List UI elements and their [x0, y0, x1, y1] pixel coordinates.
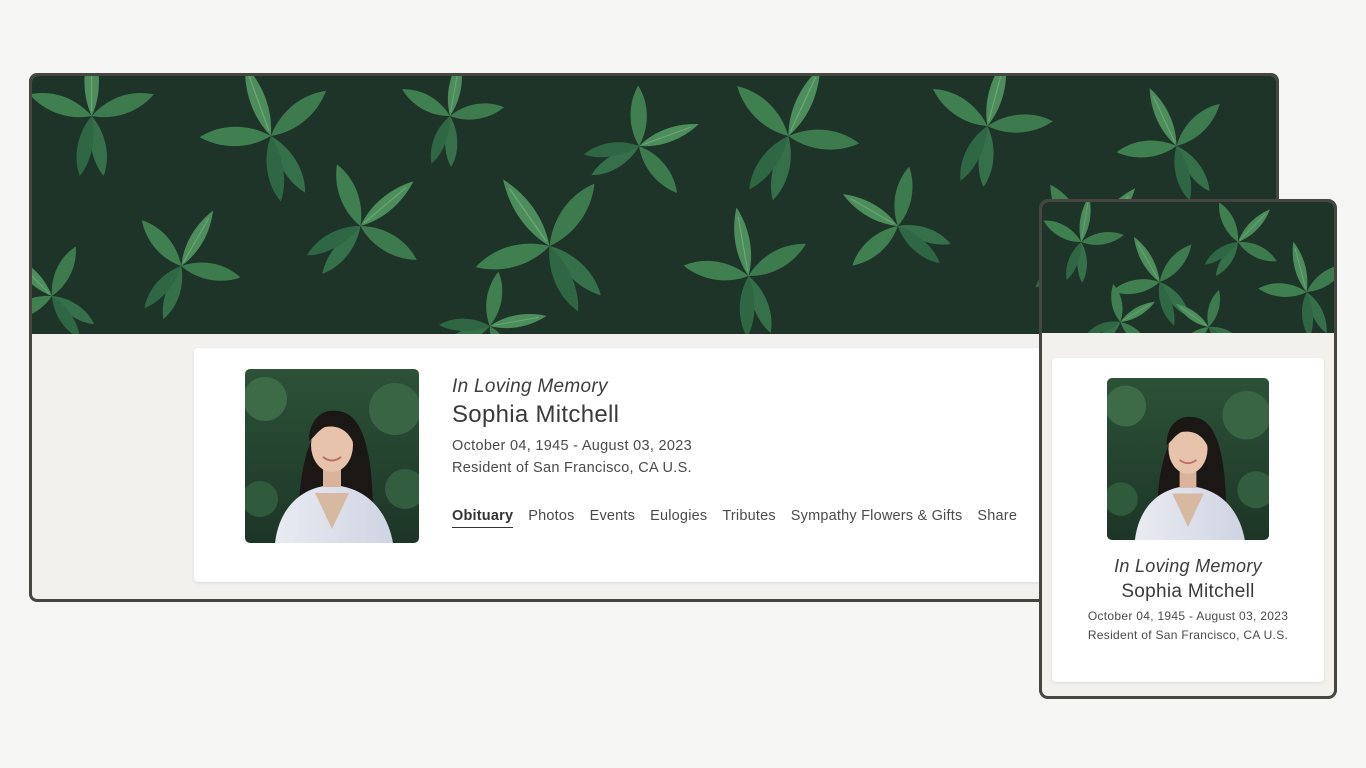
person-name: Sophia Mitchell	[452, 401, 620, 428]
person-name: Sophia Mitchell	[1121, 581, 1255, 602]
life-dates: October 04, 1945 - August 03, 2023	[452, 438, 692, 454]
profile-tabs: Obituary Photos Events Eulogies Tributes…	[452, 508, 1017, 528]
profile-info: In Loving Memory Sophia Mitchell October…	[1052, 556, 1324, 642]
residence: Resident of San Francisco, CA U.S.	[1087, 628, 1289, 642]
tab-eulogies[interactable]: Eulogies	[650, 508, 707, 528]
tab-tributes[interactable]: Tributes	[722, 508, 775, 528]
tab-share[interactable]: Share	[977, 508, 1017, 528]
tab-sympathy-flowers-gifts[interactable]: Sympathy Flowers & Gifts	[791, 508, 963, 528]
profile-card: In Loving Memory Sophia Mitchell October…	[1052, 358, 1324, 682]
profile-card: In Loving Memory Sophia Mitchell October…	[194, 348, 1094, 582]
profile-photo	[245, 369, 419, 543]
foliage-banner-image	[1042, 202, 1334, 333]
tab-photos[interactable]: Photos	[528, 508, 574, 528]
life-dates: October 04, 1945 - August 03, 2023	[1087, 609, 1289, 623]
memory-label: In Loving Memory	[452, 376, 608, 397]
tab-events[interactable]: Events	[590, 508, 636, 528]
memory-label: In Loving Memory	[1114, 556, 1262, 576]
profile-photo	[1107, 378, 1269, 540]
profile-info: In Loving Memory Sophia Mitchell October…	[452, 376, 1072, 476]
tab-obituary[interactable]: Obituary	[452, 508, 514, 528]
residence: Resident of San Francisco, CA U.S.	[452, 460, 692, 476]
mobile-mockup: In Loving Memory Sophia Mitchell October…	[1039, 199, 1337, 699]
